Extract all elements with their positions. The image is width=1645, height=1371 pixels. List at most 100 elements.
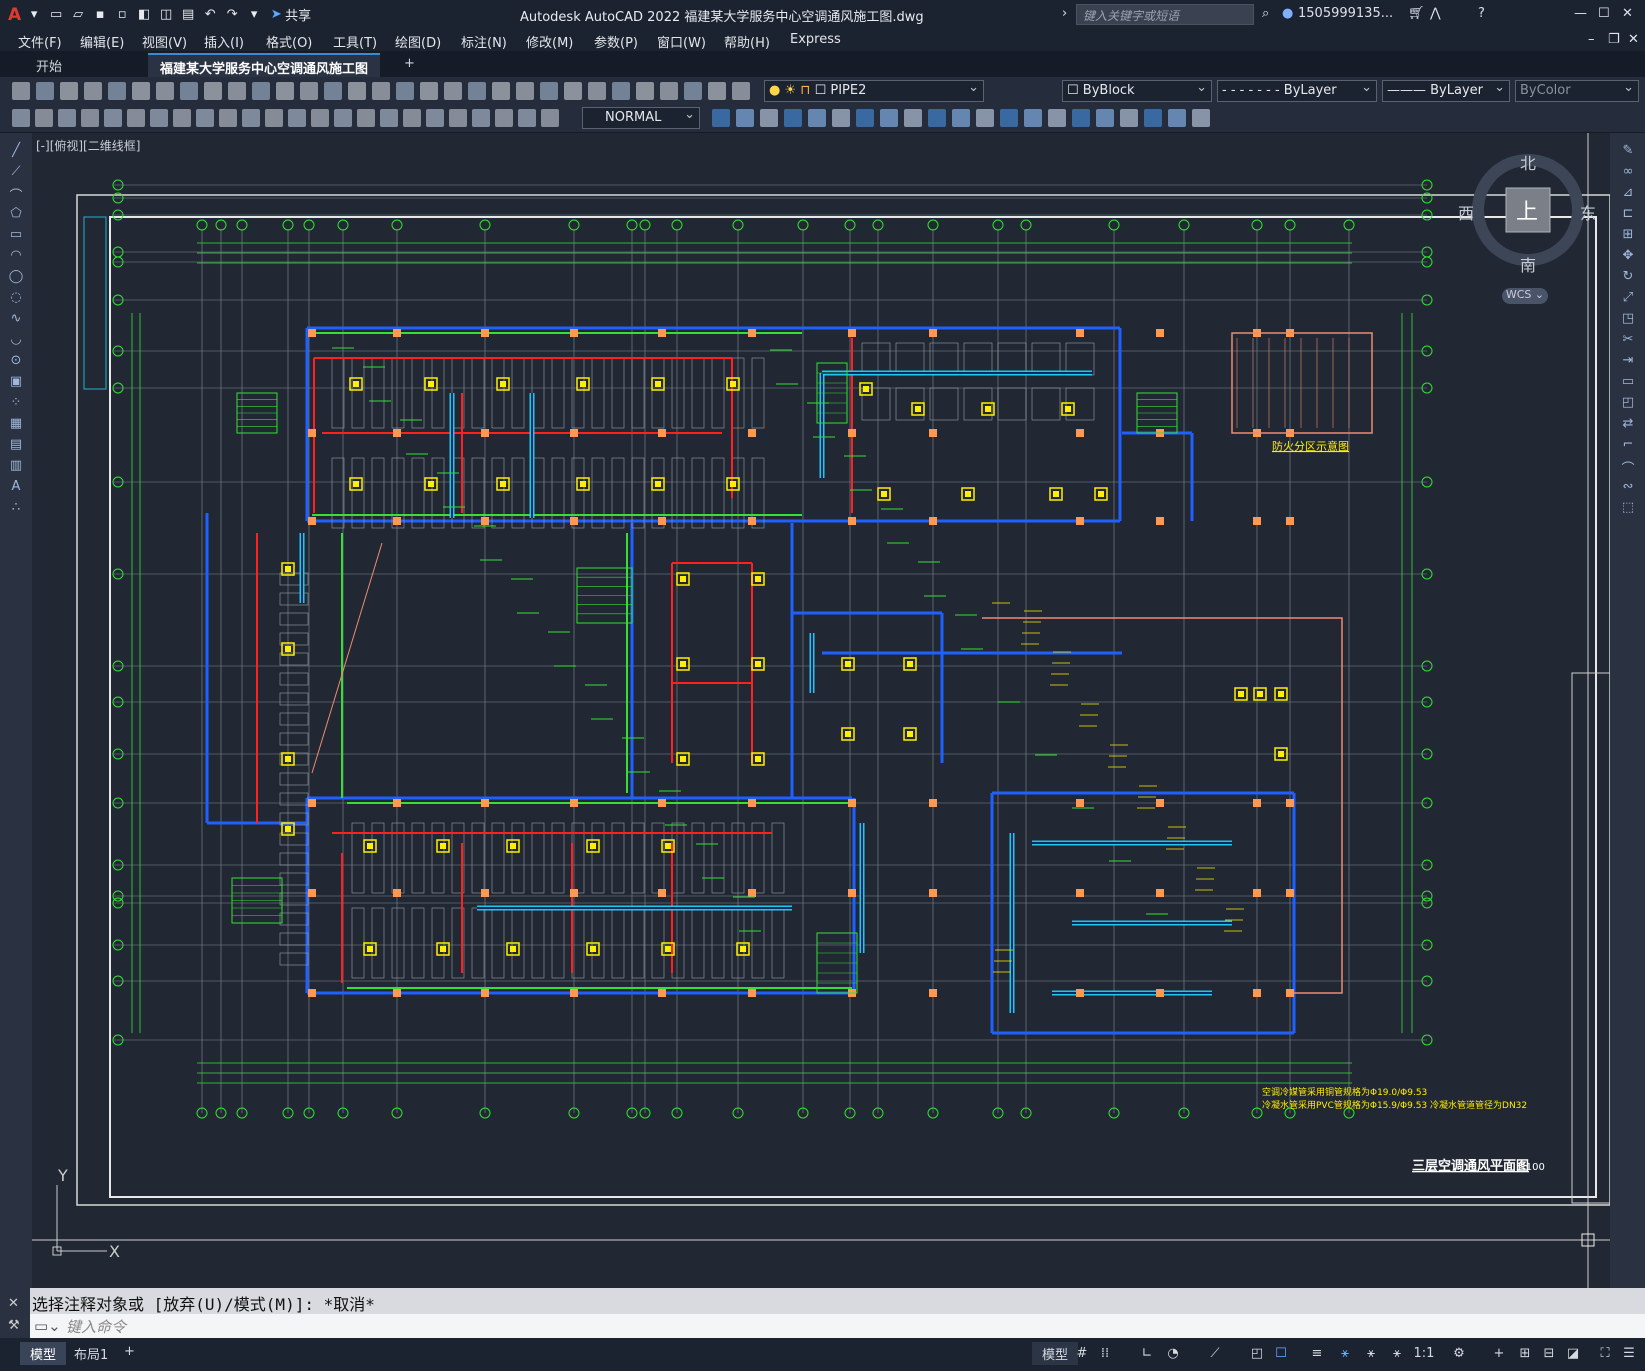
draw-tool-icon-19[interactable] — [449, 109, 467, 127]
cart-icon[interactable]: 🛒︎ — [1408, 6, 1425, 21]
modify-tool-icon-12[interactable] — [1000, 109, 1018, 127]
modify-tool-icon-v4[interactable]: ⊞ — [1620, 227, 1636, 243]
isodraft-icon[interactable]: ⟋ — [1206, 1346, 1224, 1364]
ortho-icon[interactable]: ∟ — [1138, 1346, 1156, 1364]
draw-tool-icon-8[interactable]: ∿ — [8, 311, 24, 327]
standard-tool-icon-16[interactable] — [396, 82, 414, 100]
menu-window[interactable]: 窗口(W) — [657, 32, 706, 51]
help-icon[interactable]: ? — [1478, 6, 1485, 21]
menu-view[interactable]: 视图(V) — [142, 32, 187, 51]
menu-tools[interactable]: 工具(T) — [333, 32, 377, 51]
viewcube-east[interactable]: 东 — [1580, 200, 1596, 224]
dimstyle-dropdown[interactable]: NORMAL — [582, 107, 700, 129]
standard-tool-icon-24[interactable] — [588, 82, 606, 100]
modify-tool-icon-v5[interactable]: ✥ — [1620, 248, 1636, 264]
annotation-scale-value[interactable]: 1:1 — [1412, 1346, 1436, 1364]
modify-tool-icon-17[interactable] — [1120, 109, 1138, 127]
drawing-canvas[interactable]: Y X 三层空调通风平面图 1:100 防火分区示意图 空调冷媒管采用铜管规格为… — [32, 133, 1610, 1288]
quick-properties-icon[interactable]: ⊟ — [1540, 1346, 1558, 1364]
draw-tool-icon-14[interactable] — [334, 109, 352, 127]
standard-tool-icon-5[interactable] — [132, 82, 150, 100]
command-customize-icon[interactable]: ⚒ — [8, 1318, 20, 1333]
standard-tool-icon-12[interactable] — [300, 82, 318, 100]
menu-express[interactable]: Express — [790, 32, 841, 47]
menu-modify[interactable]: 修改(M) — [526, 32, 573, 51]
standard-tool-icon-14[interactable] — [348, 82, 366, 100]
modify-tool-icon-15[interactable] — [1072, 109, 1090, 127]
standard-tool-icon-20[interactable] — [492, 82, 510, 100]
draw-tool-icon-21[interactable] — [495, 109, 513, 127]
draw-tool-icon-12[interactable] — [288, 109, 306, 127]
viewcube-top[interactable]: 上 — [1516, 194, 1538, 226]
draw-tool-icon-1[interactable] — [35, 109, 53, 127]
draw-tool-icon-10[interactable]: ⊙ — [8, 353, 24, 369]
menu-format[interactable]: 格式(O) — [266, 32, 312, 51]
modify-tool-icon-v6[interactable]: ↻ — [1620, 269, 1636, 285]
modify-tool-icon-v2[interactable]: ⊿ — [1620, 185, 1636, 201]
command-line-handle[interactable]: ✕ ⚒ — [0, 1288, 30, 1338]
draw-tool-icon-13[interactable]: ▦ — [8, 416, 24, 432]
modify-tool-icon-v11[interactable]: ▭ — [1620, 374, 1636, 390]
user-icon[interactable]: ● — [1282, 6, 1293, 21]
tab-add-button[interactable]: + — [392, 53, 427, 77]
draw-tool-icon-7[interactable] — [173, 109, 191, 127]
selection-cycling-icon[interactable]: ☐ — [1272, 1346, 1290, 1364]
modify-tool-icon-v12[interactable]: ◰ — [1620, 395, 1636, 411]
modify-tool-icon-v15[interactable]: ⌒ — [1620, 458, 1636, 477]
command-input[interactable]: ▭⌄ 键入命令 — [30, 1314, 1645, 1338]
tab-model[interactable]: 模型 — [20, 1342, 67, 1365]
user-name[interactable]: 1505999135... — [1298, 6, 1393, 21]
draw-tool-icon-18[interactable] — [426, 109, 444, 127]
modify-tool-icon-1[interactable] — [736, 109, 754, 127]
share-label[interactable]: 共享 — [285, 5, 311, 24]
draw-tool-icon-16[interactable] — [380, 109, 398, 127]
modify-tool-icon-18[interactable] — [1144, 109, 1162, 127]
command-close-icon[interactable]: ✕ — [8, 1296, 19, 1311]
plotstyle-dropdown[interactable]: ByColor — [1515, 80, 1639, 102]
units-icon[interactable]: ⊞ — [1516, 1346, 1534, 1364]
viewcube[interactable]: 北 南 西 东 上 — [1458, 150, 1596, 275]
modify-tool-icon-v3[interactable]: ⊏ — [1620, 206, 1636, 222]
menu-draw[interactable]: 绘图(D) — [395, 32, 441, 51]
modify-tool-icon-14[interactable] — [1048, 109, 1066, 127]
standard-tool-icon-3[interactable] — [84, 82, 102, 100]
redo-icon[interactable]: ↷ — [223, 6, 241, 24]
draw-tool-icon-8[interactable] — [196, 109, 214, 127]
share-icon[interactable]: ➤ — [267, 6, 285, 24]
maximize-icon[interactable]: ☐ — [1598, 6, 1610, 21]
standard-tool-icon-7[interactable] — [180, 82, 198, 100]
draw-tool-icon-6[interactable] — [150, 109, 168, 127]
modify-tool-icon-3[interactable] — [784, 109, 802, 127]
menu-arrow-icon[interactable]: ▾ — [25, 6, 43, 24]
standard-tool-icon-26[interactable] — [636, 82, 654, 100]
draw-tool-icon-11[interactable]: ▣ — [8, 374, 24, 390]
menu-insert[interactable]: 插入(I) — [204, 32, 244, 51]
draw-tool-icon-7[interactable]: ◌ — [8, 290, 24, 306]
draw-tool-icon-11[interactable] — [265, 109, 283, 127]
search-icon[interactable]: ⌕ — [1262, 6, 1269, 21]
modify-tool-icon-0[interactable] — [712, 109, 730, 127]
standard-tool-icon-8[interactable] — [204, 82, 222, 100]
modify-tool-icon-5[interactable] — [832, 109, 850, 127]
draw-tool-icon-6[interactable]: ◯ — [8, 269, 24, 285]
draw-tool-icon-4[interactable] — [104, 109, 122, 127]
draw-tool-icon-0[interactable] — [12, 109, 30, 127]
draw-tool-icon-14[interactable]: ▤ — [8, 437, 24, 453]
standard-tool-icon-0[interactable] — [12, 82, 30, 100]
color-dropdown[interactable]: ☐ ByBlock — [1062, 80, 1212, 102]
draw-tool-icon-3[interactable] — [81, 109, 99, 127]
nav-arrow-icon[interactable]: › — [1062, 6, 1067, 21]
modify-tool-icon-7[interactable] — [880, 109, 898, 127]
standard-tool-icon-21[interactable] — [516, 82, 534, 100]
doc-minimize-icon[interactable]: – — [1588, 32, 1595, 47]
grid-icon[interactable]: # — [1073, 1346, 1091, 1364]
standard-tool-icon-6[interactable] — [156, 82, 174, 100]
autocad-logo-icon[interactable]: A — [8, 5, 21, 25]
draw-tool-icon-5[interactable]: ◠ — [8, 248, 24, 264]
modify-tool-icon-19[interactable] — [1168, 109, 1186, 127]
draw-tool-icon-0[interactable]: ╱ — [8, 143, 24, 159]
minimize-icon[interactable]: — — [1574, 6, 1587, 21]
standard-tool-icon-28[interactable] — [684, 82, 702, 100]
standard-tool-icon-19[interactable] — [468, 82, 486, 100]
linetype-dropdown[interactable]: - - - - - - - ByLayer — [1217, 80, 1377, 102]
